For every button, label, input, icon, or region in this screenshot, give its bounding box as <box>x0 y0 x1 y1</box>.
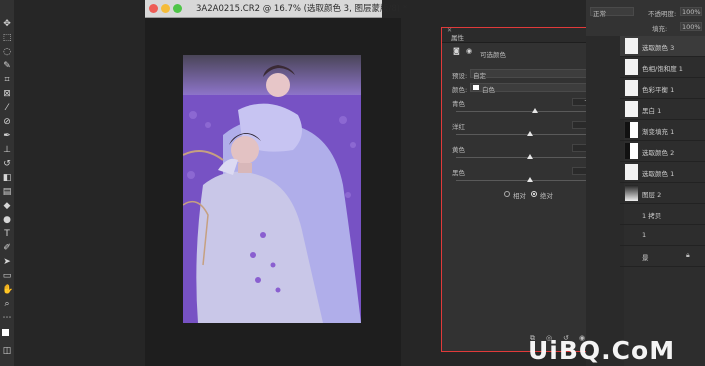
layer-name: 1 拷贝 <box>642 212 662 220</box>
layer-name: 图层 2 <box>642 191 662 199</box>
hand-tool-icon[interactable]: ✋ <box>2 285 13 295</box>
marquee-tool-icon[interactable]: ⬚ <box>2 33 12 43</box>
close-window-icon[interactable] <box>149 4 158 13</box>
fill-input[interactable]: 100% <box>680 22 702 31</box>
opacity-input[interactable]: 100% <box>680 7 702 16</box>
dodge-tool-icon[interactable]: ● <box>2 215 12 225</box>
slider-label: 黑色 <box>452 169 465 177</box>
layer-row[interactable]: 色相/饱和度 1 <box>620 57 705 78</box>
properties-header-label: 属性 <box>451 34 464 42</box>
more-tools-icon[interactable]: ⋯ <box>2 313 12 323</box>
layer-row[interactable]: 景 🔒︎ <box>620 246 705 267</box>
layer-name: 选取颜色 2 <box>642 149 675 157</box>
lock-icon: 🔒︎ <box>686 251 690 259</box>
frame-tool-icon[interactable]: ⊠ <box>2 89 12 99</box>
layer-row[interactable]: 1 <box>620 225 705 246</box>
quick-mask-icon[interactable]: ◫ <box>2 346 12 356</box>
absolute-radio[interactable] <box>531 191 537 197</box>
minimize-window-icon[interactable] <box>161 4 170 13</box>
fill-label: 填充: <box>652 25 668 33</box>
preset-label: 预设: <box>452 72 468 80</box>
fill-value: 100% <box>682 23 701 31</box>
layer-row[interactable]: 选取颜色 3 <box>620 36 705 57</box>
quick-select-tool-icon[interactable]: ✎ <box>2 61 12 71</box>
absolute-radio-label: 绝对 <box>540 192 553 200</box>
slider-thumb[interactable] <box>527 131 533 136</box>
layer-row[interactable]: 渐变填充 1 <box>620 120 705 141</box>
eraser-tool-icon[interactable]: ◧ <box>2 173 12 183</box>
maximize-window-icon[interactable] <box>173 4 182 13</box>
layer-name: 选取颜色 3 <box>642 44 675 52</box>
layer-name: 渐变填充 1 <box>642 128 675 136</box>
slider-label: 黄色 <box>452 146 465 154</box>
blend-mode-value: 正常 <box>593 10 606 18</box>
layer-row[interactable]: 色彩平衡 1 <box>620 78 705 99</box>
white-swatch <box>473 85 479 90</box>
opacity-value: 100% <box>682 8 701 16</box>
layers-options-bar: 正常 不透明度: 100% 填充: 100% <box>586 0 705 36</box>
slider-thumb[interactable] <box>532 108 539 113</box>
layer-name: 黑白 1 <box>642 107 662 115</box>
photo-canvas[interactable] <box>183 55 361 323</box>
slider-label: 洋红 <box>452 123 465 131</box>
history-brush-tool-icon[interactable]: ↺ <box>2 159 12 169</box>
layer-name: 色相/饱和度 1 <box>642 65 683 73</box>
adjustment-label: 可选颜色 <box>480 51 506 59</box>
path-select-tool-icon[interactable]: ➤ <box>2 257 12 267</box>
layer-mask-thumbnail <box>625 164 638 180</box>
layer-name: 选取颜色 1 <box>642 170 675 178</box>
layer-row[interactable]: 选取颜色 2 <box>620 141 705 162</box>
shape-tool-icon[interactable]: ▭ <box>2 271 12 281</box>
move-tool-icon[interactable]: ✥ <box>2 19 12 29</box>
layer-name: 景 <box>642 254 649 262</box>
stamp-tool-icon[interactable]: ⊥ <box>2 145 12 155</box>
layer-mask-thumbnail <box>625 38 638 54</box>
layer-mask-thumbnail <box>625 80 638 96</box>
tools-panel: ✥ ⬚ ◌ ✎ ⌗ ⊠ ⁄ ⊘ ✒ ⊥ ↺ ◧ ▤ ◆ ● T ✐ ➤ ▭ ✋ … <box>0 0 15 366</box>
pen-tool-icon[interactable]: ✐ <box>2 243 12 253</box>
layer-thumbnail <box>625 185 638 201</box>
relative-radio-label: 相对 <box>513 192 526 200</box>
document-title: 3A2A0215.CR2 @ 16.7% (选取颜色 3, 图层蒙版/8) * <box>196 4 408 14</box>
colors-label: 颜色: <box>452 86 468 94</box>
layer-row[interactable]: 1 拷贝 <box>620 204 705 225</box>
panel-strip <box>586 0 624 366</box>
preset-value: 自定 <box>473 72 486 80</box>
lasso-tool-icon[interactable]: ◌ <box>2 47 12 57</box>
eyedropper-tool-icon[interactable]: ⁄ <box>2 103 12 113</box>
slider-thumb[interactable] <box>527 177 533 182</box>
layer-row[interactable]: 选取颜色 1 <box>620 162 705 183</box>
layer-mask-thumbnail <box>625 59 638 75</box>
layer-mask-thumbnail <box>625 143 638 159</box>
opacity-label: 不透明度: <box>648 10 677 18</box>
slider-track[interactable] <box>456 111 604 112</box>
type-tool-icon[interactable]: T <box>2 229 12 239</box>
watermark: UiBQ.CoM <box>528 336 676 365</box>
blur-tool-icon[interactable]: ◆ <box>2 201 12 211</box>
layer-mask-thumbnail <box>625 101 638 117</box>
layer-row[interactable]: 黑白 1 <box>620 99 705 120</box>
relative-radio[interactable] <box>504 191 510 197</box>
layer-name: 色彩平衡 1 <box>642 86 675 94</box>
document-titlebar[interactable]: 3A2A0215.CR2 @ 16.7% (选取颜色 3, 图层蒙版/8) * <box>145 0 407 18</box>
photo-artwork <box>183 55 361 323</box>
crop-tool-icon[interactable]: ⌗ <box>2 75 12 85</box>
layer-row[interactable]: 图层 2 <box>620 183 705 204</box>
brush-tool-icon[interactable]: ✒ <box>2 131 12 141</box>
layer-name: 1 <box>642 231 647 239</box>
slider-thumb[interactable] <box>527 154 533 159</box>
slider-label: 青色 <box>452 100 465 108</box>
zoom-tool-icon[interactable]: ⌕ <box>2 299 12 309</box>
healing-tool-icon[interactable]: ⊘ <box>2 117 12 127</box>
blend-mode-dropdown[interactable]: 正常 <box>590 7 634 18</box>
adjustment-layer-icon: ◙ <box>453 47 460 55</box>
colors-value: 白色 <box>482 86 495 94</box>
gradient-tool-icon[interactable]: ▤ <box>2 187 12 197</box>
layer-mask-thumbnail <box>625 122 638 138</box>
mask-icon[interactable]: ◉ <box>466 47 472 55</box>
color-swatch[interactable] <box>2 329 9 336</box>
